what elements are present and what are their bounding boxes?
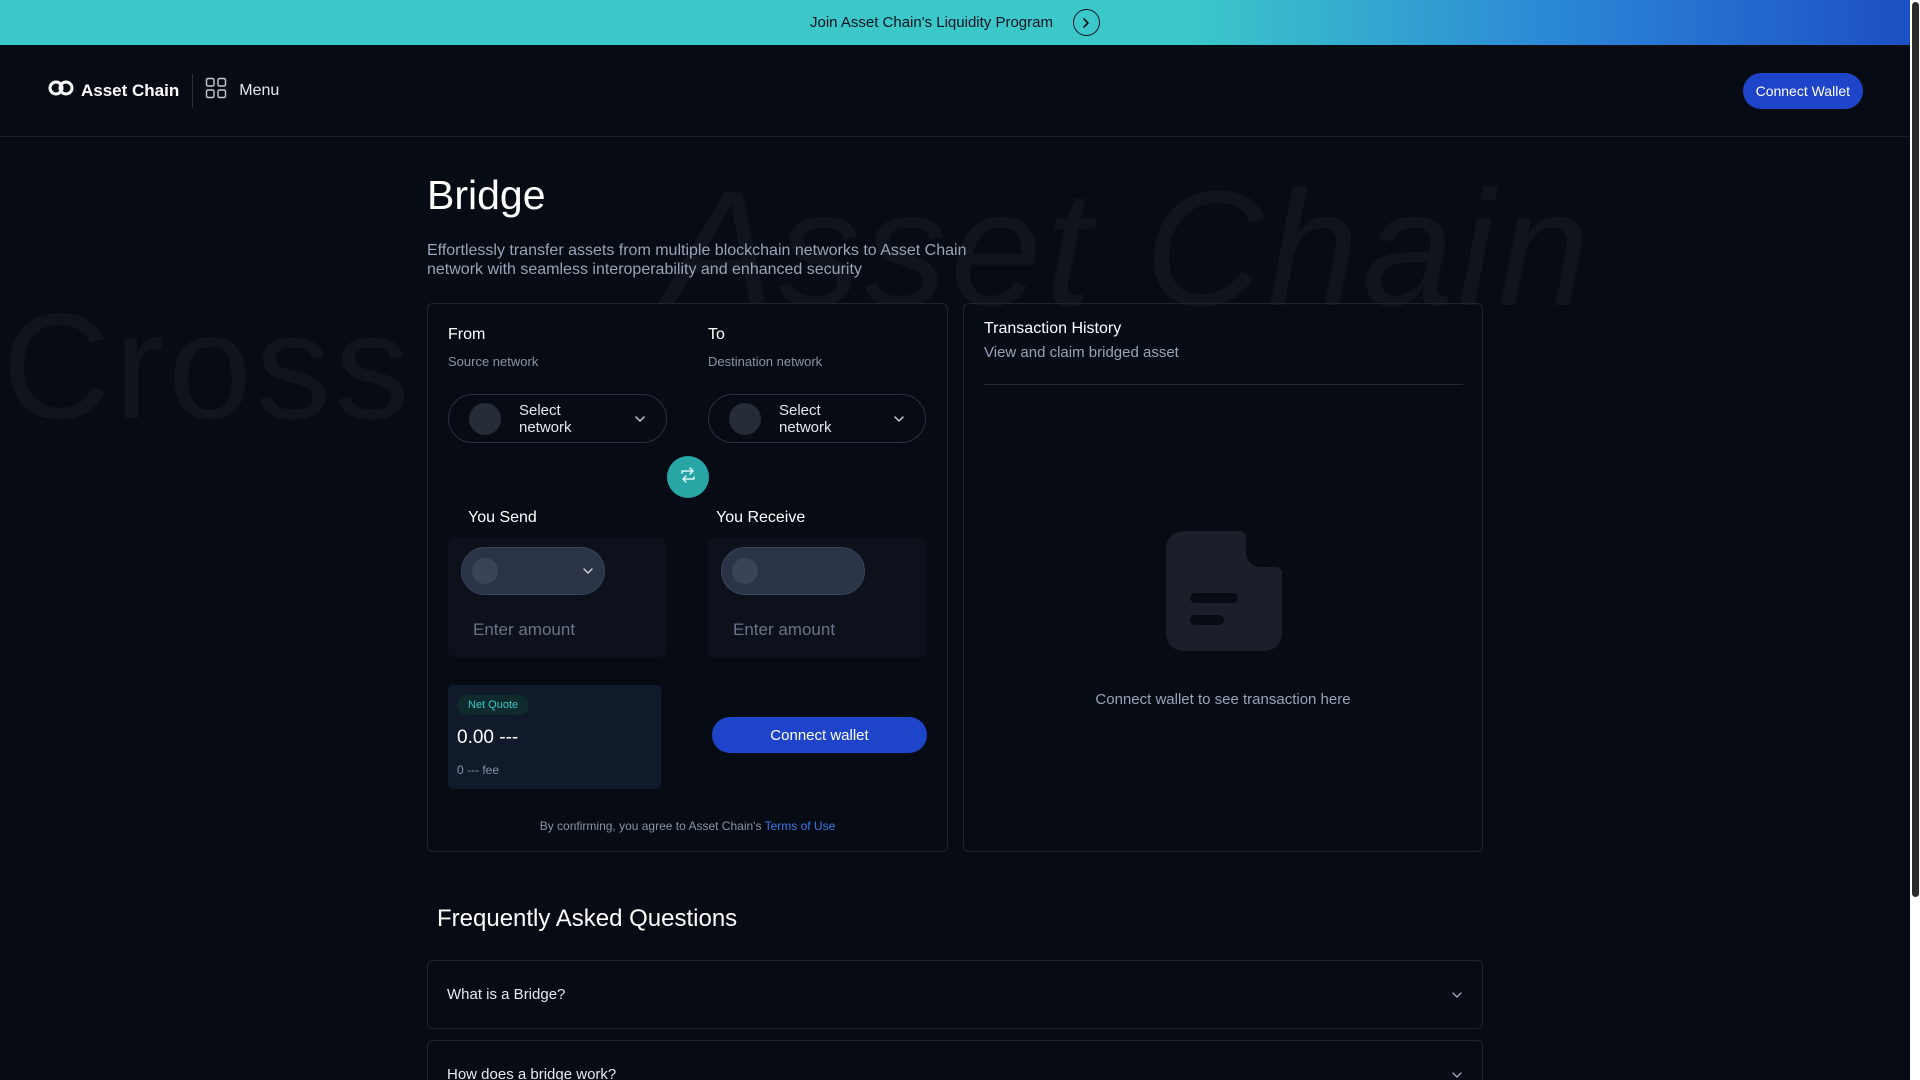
faq-item[interactable]: How does a bridge work?	[427, 1040, 1483, 1080]
source-network-label: Select network	[519, 401, 572, 436]
token-icon-placeholder	[732, 558, 758, 584]
history-title: Transaction History	[984, 320, 1122, 337]
receive-token-display	[721, 547, 865, 595]
chevron-down-icon	[582, 562, 594, 580]
from-sublabel: Source network	[448, 354, 539, 369]
send-amount-input[interactable]	[473, 620, 653, 640]
menu-label: Menu	[239, 81, 280, 99]
header-divider	[192, 73, 194, 108]
net-quote-panel: Net Quote 0.00 --- 0 --- fee	[448, 685, 661, 789]
to-label: To	[708, 326, 725, 343]
page-description: Effortlessly transfer assets from multip…	[427, 242, 967, 278]
net-quote-badge: Net Quote	[457, 695, 530, 715]
terms-of-use-link[interactable]: Terms of Use	[765, 819, 836, 833]
you-receive-label: You Receive	[716, 509, 806, 526]
you-send-label: You Send	[468, 509, 537, 526]
receive-amount-box	[708, 538, 926, 657]
bridge-card: From Source network To Destination netwo…	[427, 303, 948, 852]
history-divider	[984, 384, 1463, 385]
logo-text: Asset Chain	[81, 80, 180, 100]
scrollbar-thumb[interactable]	[1912, 2, 1919, 897]
faq-title: Frequently Asked Questions	[437, 905, 738, 932]
watermark-cross: Cross	[2, 282, 414, 450]
send-amount-box	[448, 538, 666, 657]
chevron-down-icon	[1451, 986, 1463, 1003]
quote-fee: 0 --- fee	[457, 763, 500, 777]
document-icon	[1164, 527, 1284, 660]
destination-network-select[interactable]: Select network	[708, 394, 926, 443]
network-icon-placeholder	[729, 402, 761, 435]
chevron-down-icon	[1451, 1066, 1463, 1080]
page-title: Bridge	[427, 172, 546, 218]
chevron-right-icon[interactable]	[1072, 9, 1100, 36]
chevron-down-icon	[634, 410, 646, 427]
quote-value: 0.00 ---	[457, 727, 519, 748]
destination-network-label: Select network	[779, 401, 832, 436]
terms-prefix: By confirming, you agree to Asset Chain'…	[539, 819, 762, 833]
menu-grid-icon	[205, 77, 227, 104]
network-icon-placeholder	[469, 402, 501, 435]
swap-icon	[679, 466, 697, 489]
faq-item[interactable]: What is a Bridge?	[427, 960, 1483, 1029]
history-subtitle: View and claim bridged asset	[984, 344, 1179, 361]
logo-icon	[47, 78, 75, 103]
faq-question: How does a bridge work?	[447, 1066, 617, 1080]
send-token-select[interactable]	[461, 547, 605, 595]
terms-notice: By confirming, you agree to Asset Chain'…	[428, 819, 947, 833]
connect-wallet-bridge-button[interactable]: Connect wallet	[712, 717, 927, 753]
page-scrollbar[interactable]	[1910, 0, 1920, 1080]
source-network-select[interactable]: Select network	[448, 394, 667, 443]
promo-banner[interactable]: Join Asset Chain's Liquidity Program	[0, 0, 1910, 45]
menu-button[interactable]: Menu	[205, 77, 279, 104]
from-label: From	[448, 326, 486, 343]
token-icon-placeholder	[472, 558, 498, 584]
site-header: Asset Chain Menu Connect Wallet	[0, 45, 1910, 137]
receive-amount-input[interactable]	[733, 620, 913, 640]
connect-wallet-button[interactable]: Connect Wallet	[1742, 72, 1863, 109]
chevron-down-icon	[893, 410, 905, 427]
logo[interactable]: Asset Chain	[47, 78, 179, 103]
transaction-history-card: Transaction History View and claim bridg…	[963, 303, 1483, 852]
swap-networks-button[interactable]	[667, 456, 709, 498]
promo-text[interactable]: Join Asset Chain's Liquidity Program	[810, 14, 1053, 31]
to-sublabel: Destination network	[708, 354, 823, 369]
history-empty-text: Connect wallet to see transaction here	[1095, 691, 1351, 708]
faq-question: What is a Bridge?	[447, 986, 566, 1003]
